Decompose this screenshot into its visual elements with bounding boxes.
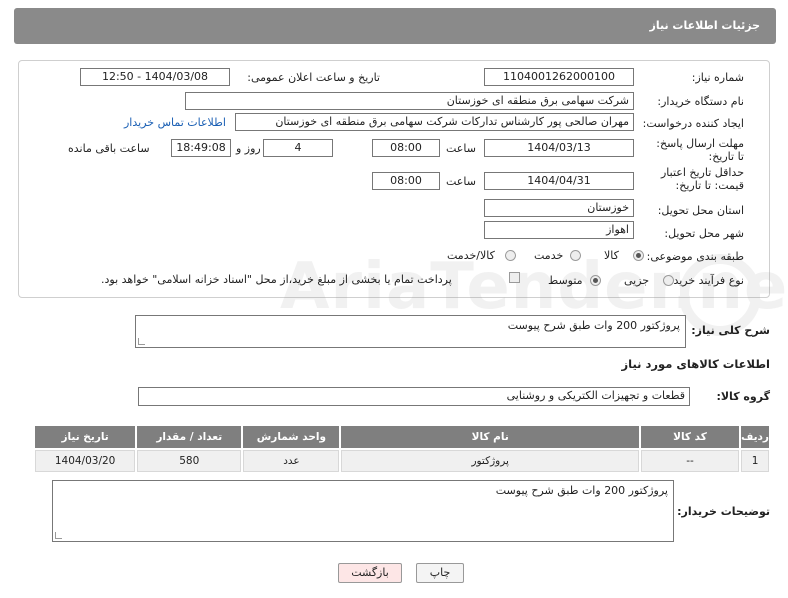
back-button[interactable]: بازگشت (338, 563, 402, 583)
cell-unit: عدد (243, 450, 340, 472)
announce-label: تاریخ و ساعت اعلان عمومی: (247, 71, 380, 84)
goods-table: ردیف کد کالا نام کالا واحد شمارش تعداد /… (33, 424, 771, 474)
city-label: شهر محل تحویل: (664, 227, 744, 240)
creator-label: ایجاد کننده درخواست: (642, 117, 744, 130)
col-name: نام کالا (341, 426, 639, 448)
remaining-time-label: ساعت باقی مانده (68, 142, 150, 155)
reply-time-field: 08:00 (372, 139, 440, 157)
need-number-field: 1104001262000100 (484, 68, 634, 86)
cell-name: پروژکتور (341, 450, 639, 472)
treasury-payment-checkbox[interactable] (509, 272, 520, 283)
col-qty: تعداد / مقدار (137, 426, 242, 448)
resize-grip-icon[interactable] (55, 532, 62, 539)
reply-deadline-label: مهلت ارسال پاسخ: تا تاریخ: (656, 137, 744, 163)
category-goods-service-label: کالا/خدمت (447, 249, 495, 262)
cell-code: -- (640, 450, 740, 472)
resize-grip-icon[interactable] (138, 338, 145, 345)
buyer-notes-label: توضیحات خریدار: (677, 505, 770, 518)
remaining-time-field: 18:49:08 (171, 139, 231, 157)
creator-field: مهران صالحی پور کارشناس تدارکات شرکت سها… (235, 113, 634, 131)
cell-date: 1404/03/20 (35, 450, 136, 472)
city-field: اهواز (484, 221, 634, 239)
reply-date-field: 1404/03/13 (484, 139, 634, 157)
need-number-label: شماره نیاز: (691, 71, 744, 84)
buyer-notes-textarea: پروژکتور 200 وات طبق شرح پیوست (52, 480, 674, 542)
description-label: شرح کلی نیاز: (691, 324, 770, 337)
process-label: نوع فرآیند خرید : (666, 274, 744, 287)
cell-qty: 580 (137, 450, 242, 472)
price-deadline-label: حداقل تاریخ اعتبار قیمت: تا تاریخ: (660, 166, 744, 192)
description-textarea: پروژکتور 200 وات طبق شرح پیوست (135, 315, 686, 348)
goods-group-field: قطعات و تجهیزات الکتریکی و روشنایی (138, 387, 690, 406)
province-field: خوزستان (484, 199, 634, 217)
cell-row: 1 (741, 450, 769, 472)
price-date-field: 1404/04/31 (484, 172, 634, 190)
buyer-notes-text: پروژکتور 200 وات طبق شرح پیوست (495, 484, 668, 497)
panel-header: جزئیات اطلاعات نیاز (14, 8, 776, 44)
print-button[interactable]: چاپ (416, 563, 464, 583)
col-row: ردیف (741, 426, 769, 448)
reply-time-label: ساعت (446, 142, 476, 155)
process-medium-label: متوسط (548, 274, 583, 287)
goods-section-title: اطلاعات کالاهای مورد نیاز (621, 357, 770, 371)
category-service-label: خدمت (534, 249, 564, 262)
process-radio-medium[interactable] (590, 275, 601, 286)
category-label: طبقه بندی موضوعی: (646, 250, 744, 263)
buyer-contact-link[interactable]: اطلاعات تماس خریدار (124, 116, 226, 129)
province-label: استان محل تحویل: (657, 204, 744, 217)
goods-group-label: گروه کالا: (716, 390, 770, 403)
category-radio-goods-service[interactable] (505, 250, 516, 261)
category-goods-label: کالا (604, 249, 619, 262)
description-text: پروژکتور 200 وات طبق شرح پیوست (507, 319, 680, 332)
buyer-org-label: نام دستگاه خریدار: (657, 95, 744, 108)
page-title: جزئیات اطلاعات نیاز (649, 19, 761, 32)
process-minor-label: جزیی (624, 274, 650, 287)
buyer-org-field: شرکت سهامی برق منطقه ای خوزستان (185, 92, 634, 110)
announce-field: 1404/03/08 - 12:50 (80, 68, 230, 86)
days-field: 4 (263, 139, 333, 157)
col-unit: واحد شمارش (243, 426, 340, 448)
process-radio-minor[interactable] (663, 275, 674, 286)
goods-table-header: ردیف کد کالا نام کالا واحد شمارش تعداد /… (35, 426, 769, 448)
price-time-field: 08:00 (372, 172, 440, 190)
col-code: کد کالا (640, 426, 740, 448)
days-label: روز و (236, 142, 261, 155)
col-date: تاریخ نیاز (35, 426, 136, 448)
table-row: 1 -- پروژکتور عدد 580 1404/03/20 (35, 450, 769, 472)
category-radio-goods[interactable] (633, 250, 644, 261)
price-time-label: ساعت (446, 175, 476, 188)
treasury-payment-note: پرداخت تمام یا بخشی از مبلغ خرید،از محل … (101, 273, 452, 286)
category-radio-service[interactable] (570, 250, 581, 261)
